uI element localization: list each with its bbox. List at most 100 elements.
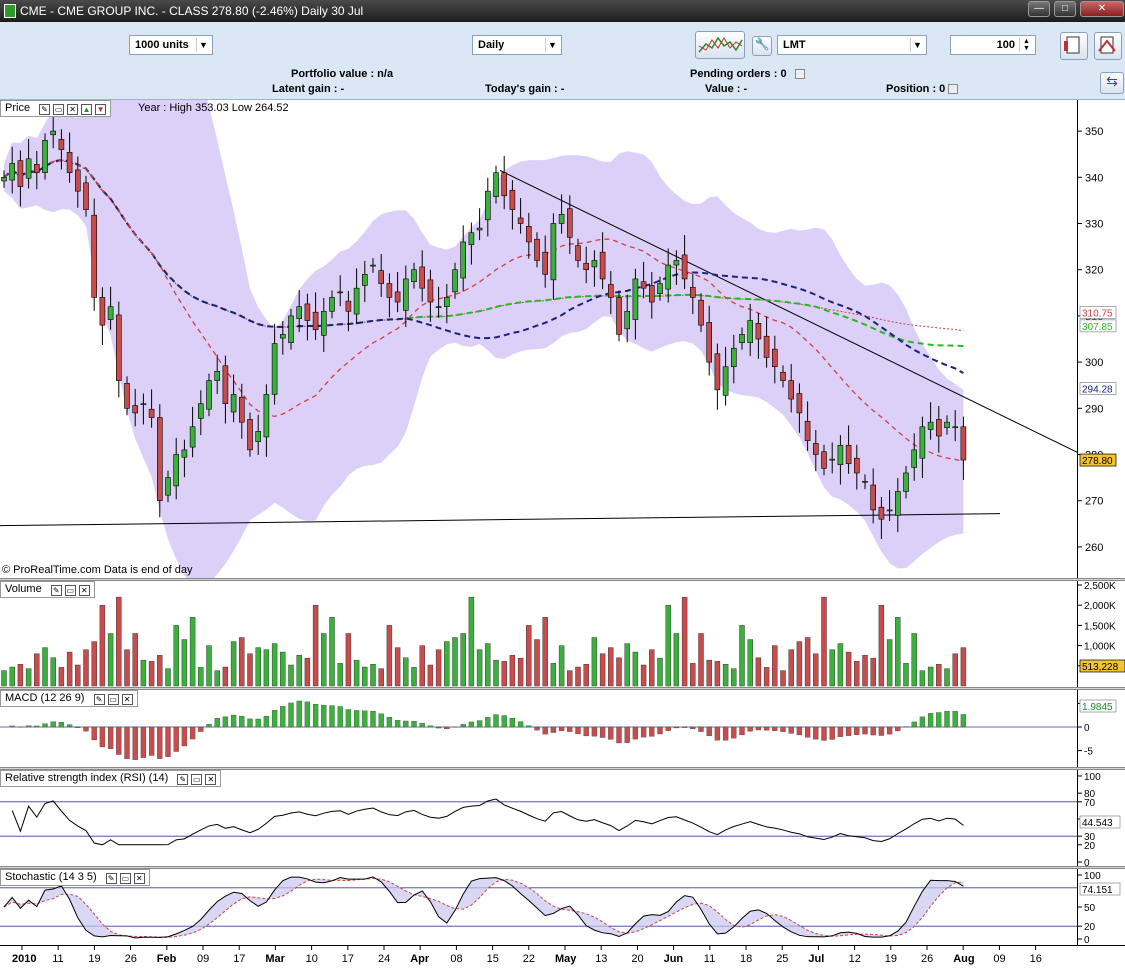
macd-bar bbox=[149, 727, 154, 755]
macd-bar bbox=[51, 722, 56, 727]
volume-bar bbox=[190, 617, 195, 686]
volume-chart[interactable] bbox=[0, 581, 1077, 687]
move-up-icon[interactable]: ▲ bbox=[81, 104, 92, 115]
macd-bar bbox=[403, 721, 408, 727]
wrench-icon[interactable]: ✎ bbox=[177, 774, 188, 785]
volume-bar bbox=[207, 646, 212, 686]
position-icon[interactable] bbox=[948, 84, 958, 94]
candle-body bbox=[863, 481, 868, 482]
symbol-select[interactable]: LMT ▼ bbox=[777, 35, 927, 55]
close-icon[interactable]: ✕ bbox=[134, 873, 145, 884]
candle-body bbox=[371, 265, 376, 266]
window-icon[interactable]: ▭ bbox=[53, 104, 64, 115]
maximize-button[interactable]: □ bbox=[1054, 1, 1076, 17]
price-tick-label: 260 bbox=[1085, 542, 1103, 554]
candle-body bbox=[395, 292, 400, 302]
rsi-panel[interactable]: Relative strength index (RSI) (14) ✎▭✕ bbox=[0, 770, 1077, 867]
period-select[interactable]: Daily ▼ bbox=[472, 35, 562, 55]
window-icon[interactable]: ▭ bbox=[65, 585, 76, 596]
wrench-icon[interactable]: ✎ bbox=[39, 104, 50, 115]
date-tick-label: 25 bbox=[776, 953, 788, 965]
candle-body bbox=[567, 209, 572, 238]
volume-bar bbox=[420, 646, 425, 686]
price-chart[interactable] bbox=[0, 100, 1077, 578]
candle-body bbox=[658, 284, 663, 294]
candle-body bbox=[723, 367, 728, 396]
candle-body bbox=[559, 214, 564, 223]
sell-order-button[interactable] bbox=[1094, 32, 1122, 60]
units-select[interactable]: 1000 units ▼ bbox=[129, 35, 213, 55]
wrench-icon[interactable]: ✎ bbox=[106, 873, 117, 884]
title-bar: CME - CME GROUP INC. - CLASS 278.80 (-2.… bbox=[0, 0, 1125, 22]
minimize-button[interactable]: — bbox=[1028, 1, 1050, 17]
date-tick-label: 20 bbox=[631, 953, 643, 965]
candle-body bbox=[313, 312, 318, 330]
macd-bar bbox=[781, 727, 786, 732]
stochastic-chart[interactable] bbox=[0, 869, 1077, 945]
stochastic-tick-label: 100 bbox=[1084, 871, 1101, 882]
close-icon[interactable]: ✕ bbox=[67, 104, 78, 115]
candle-body bbox=[453, 270, 458, 292]
stochastic-tick-label: 0 bbox=[1084, 935, 1090, 945]
macd-bar bbox=[116, 727, 121, 755]
stepper-arrows-icon[interactable]: ▲▼ bbox=[1019, 38, 1033, 52]
chart-indicator-icon bbox=[696, 32, 744, 58]
macd-bar bbox=[215, 718, 220, 727]
window-icon[interactable]: ▭ bbox=[120, 873, 131, 884]
macd-bar bbox=[84, 727, 89, 731]
macd-bar bbox=[822, 727, 827, 740]
wrench-icon[interactable]: ✎ bbox=[51, 585, 62, 596]
stochastic-tick-label: 50 bbox=[1084, 903, 1096, 914]
stochastic-label-text: Stochastic (14 3 5) bbox=[5, 871, 97, 883]
volume-bar bbox=[871, 658, 876, 686]
window-icon[interactable]: ▭ bbox=[191, 774, 202, 785]
date-tick-label: 2010 bbox=[12, 953, 36, 965]
macd-bar bbox=[559, 727, 564, 731]
macd-bar bbox=[617, 727, 622, 743]
position-count: Position : 0 bbox=[886, 83, 945, 95]
candle-body bbox=[494, 173, 499, 197]
date-tick-label: 08 bbox=[450, 953, 462, 965]
quantity-stepper[interactable]: 100 ▲▼ bbox=[950, 35, 1036, 55]
stochastic-panel[interactable]: Stochastic (14 3 5) ✎▭✕ bbox=[0, 869, 1077, 945]
pending-orders-icon[interactable] bbox=[795, 69, 805, 79]
volume-bar bbox=[740, 625, 745, 686]
close-button[interactable]: ✕ bbox=[1080, 1, 1124, 17]
macd-panel[interactable]: MACD (12 26 9) ✎▭✕ bbox=[0, 690, 1077, 768]
volume-bar bbox=[715, 661, 720, 686]
macd-bar bbox=[59, 722, 64, 727]
refresh-arrows-button[interactable]: ⇆ bbox=[1100, 72, 1124, 94]
candle-body bbox=[379, 271, 384, 284]
price-value-label: 294.28 bbox=[1082, 385, 1113, 396]
volume-panel[interactable]: Volume ✎▭✕ bbox=[0, 581, 1077, 687]
window-title: CME - CME GROUP INC. - CLASS 278.80 (-2.… bbox=[20, 4, 363, 18]
volume-bar bbox=[2, 671, 7, 686]
macd-bar bbox=[289, 703, 294, 727]
close-icon[interactable]: ✕ bbox=[122, 694, 133, 705]
macd-bar bbox=[961, 714, 966, 727]
wrench-icon[interactable]: ✎ bbox=[94, 694, 105, 705]
date-tick-label: 17 bbox=[342, 953, 354, 965]
macd-bar bbox=[658, 727, 663, 734]
macd-chart[interactable] bbox=[0, 690, 1077, 768]
macd-bar bbox=[133, 727, 138, 760]
close-icon[interactable]: ✕ bbox=[205, 774, 216, 785]
buy-order-button[interactable] bbox=[1060, 32, 1088, 60]
volume-bar bbox=[535, 640, 540, 686]
macd-bar bbox=[428, 726, 433, 727]
macd-bar bbox=[10, 726, 15, 727]
indicator-chart-button[interactable] bbox=[695, 31, 745, 59]
window-icon[interactable]: ▭ bbox=[108, 694, 119, 705]
close-icon[interactable]: ✕ bbox=[79, 585, 90, 596]
price-panel[interactable]: Price ✎▭✕▲▼ Year : High 353.03 Low 264.5… bbox=[0, 100, 1077, 578]
move-down-icon[interactable]: ▼ bbox=[95, 104, 106, 115]
macd-bar bbox=[231, 715, 236, 727]
volume-tick-label: 2,000K bbox=[1084, 601, 1116, 612]
volume-bar bbox=[248, 654, 253, 686]
macd-bar bbox=[461, 724, 466, 727]
candle-body bbox=[354, 288, 359, 314]
macd-bar bbox=[223, 717, 228, 727]
settings-wrench-button[interactable]: 🔧 bbox=[752, 36, 772, 56]
candle-body bbox=[338, 292, 343, 293]
volume-bar bbox=[67, 652, 72, 686]
